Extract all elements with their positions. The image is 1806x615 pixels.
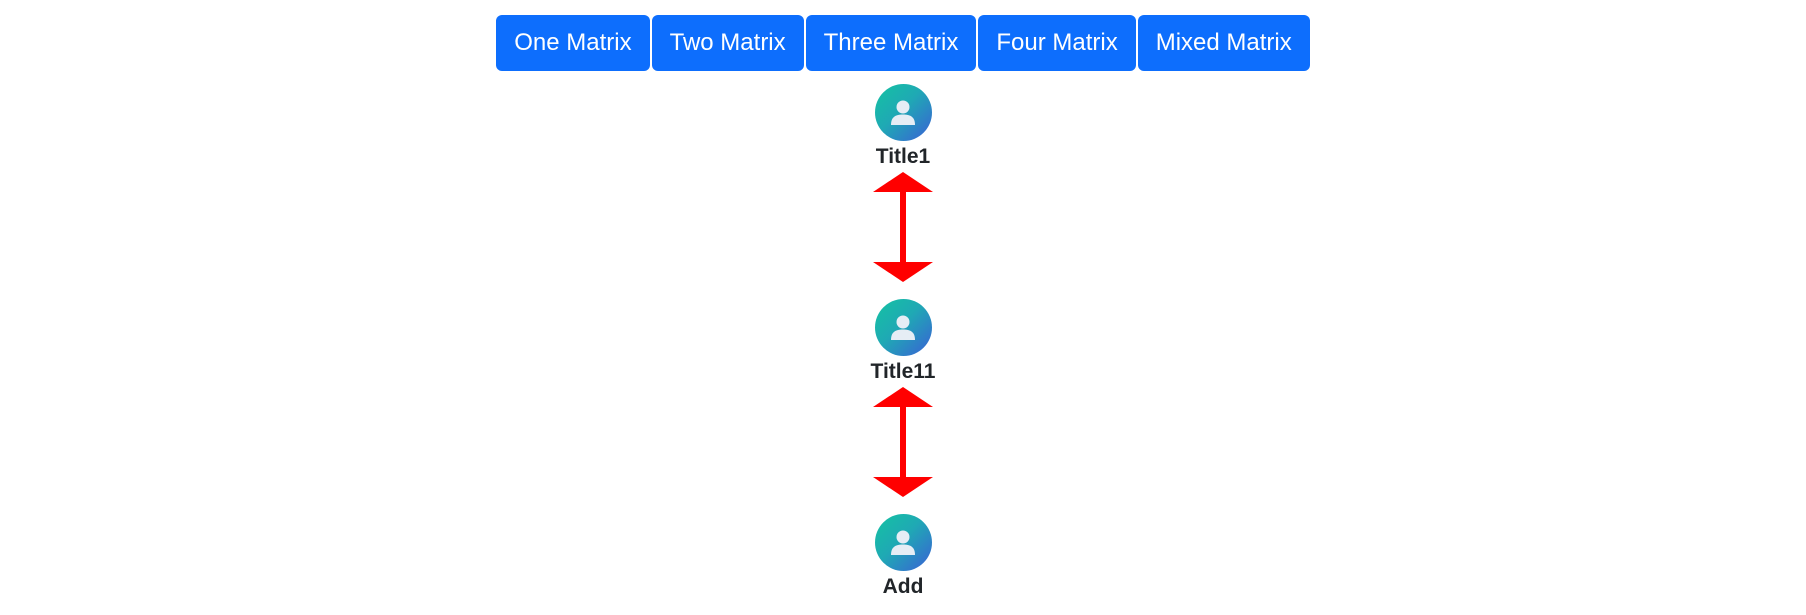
tree-node-title1[interactable]: Title1 [874, 84, 932, 170]
double-headed-arrow-icon [873, 387, 933, 497]
double-headed-arrow-icon [873, 172, 933, 282]
three-matrix-button[interactable]: Three Matrix [805, 15, 977, 71]
one-matrix-button[interactable]: One Matrix [496, 15, 650, 71]
four-matrix-button[interactable]: Four Matrix [978, 15, 1136, 71]
node-title: Title11 [870, 360, 936, 383]
org-tree: Title1 Title11 Add [803, 84, 1003, 600]
user-avatar-icon [874, 84, 932, 141]
mixed-matrix-button[interactable]: Mixed Matrix [1137, 15, 1310, 71]
tree-node-title11[interactable]: Title11 [871, 299, 936, 385]
node-title: Title1 [875, 145, 931, 168]
matrix-toolbar: One Matrix Two Matrix Three Matrix Four … [0, 15, 1806, 71]
user-avatar-icon [874, 514, 932, 571]
tree-node-add[interactable]: Add [874, 514, 932, 600]
user-avatar-icon [874, 299, 932, 356]
two-matrix-button[interactable]: Two Matrix [651, 15, 804, 71]
node-title: Add [882, 575, 924, 598]
